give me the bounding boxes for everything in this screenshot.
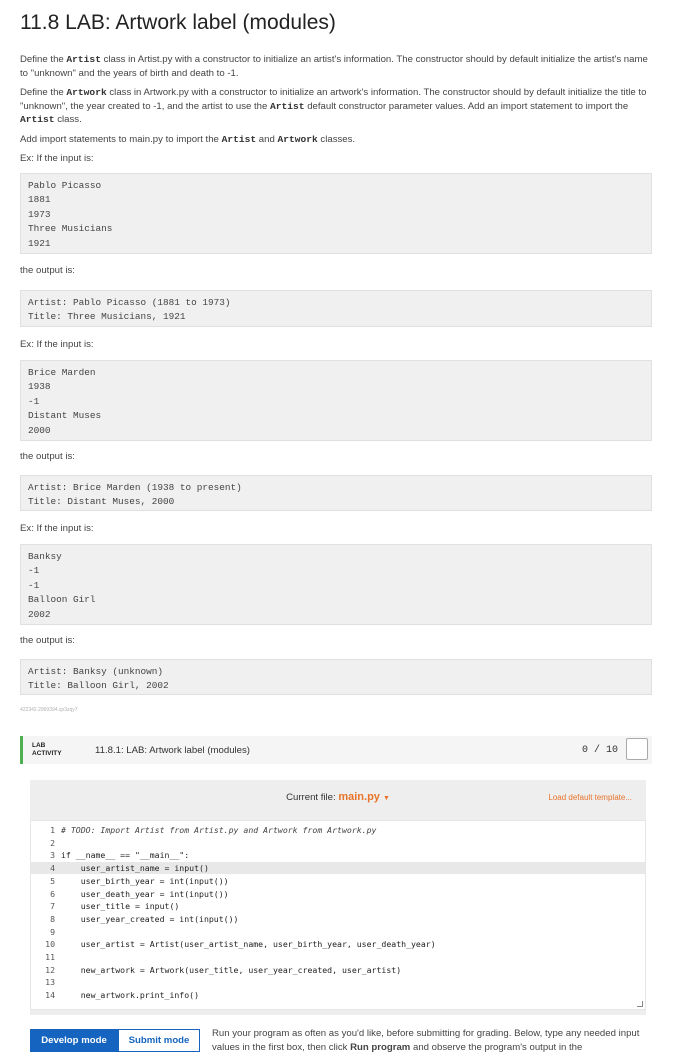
file-selector[interactable]: main.py ▼ — [338, 791, 390, 803]
example-2-input-label: Ex: If the input is: — [20, 338, 94, 350]
lab-activity-title: 11.8.1: LAB: Artwork label (modules) — [95, 745, 250, 756]
page-title: 11.8 LAB: Artwork label (modules) — [20, 11, 336, 34]
resize-handle[interactable] — [637, 1001, 643, 1007]
code-line: new_artwork = Artwork(user_title, user_y… — [61, 964, 402, 975]
line-number: 5 — [50, 875, 55, 886]
line-number: 7 — [50, 901, 55, 912]
submit-mode-button[interactable]: Submit mode — [118, 1029, 200, 1052]
line-number: 8 — [50, 913, 55, 924]
lab-activity-header: LAB ACTIVITY 11.8.1: LAB: Artwork label … — [20, 736, 652, 764]
activity-id: 422342.2969394.qx3zqy7 — [20, 706, 78, 713]
example-1-input-label: Ex: If the input is: — [20, 152, 94, 164]
code-line: new_artwork.print_info() — [61, 990, 200, 1001]
lab-activity-tag: LAB ACTIVITY — [32, 742, 62, 757]
example-3-input: Banksy -1 -1 Balloon Girl 2002 — [20, 543, 652, 625]
description-artist: Define the Artist class in Artist.py wit… — [20, 54, 648, 79]
completion-box — [626, 738, 648, 760]
develop-mode-button[interactable]: Develop mode — [30, 1029, 118, 1052]
code-line: user_artist = Artist(user_artist_name, u… — [61, 939, 436, 950]
editor-panel: Current file: main.py ▼ Load default tem… — [30, 780, 646, 1015]
code-line: user_artist_name = input() — [61, 863, 209, 874]
example-1-input: Pablo Picasso 1881 1973 Three Musicians … — [20, 172, 652, 254]
code-line: # TODO: Import Artist from Artist.py and… — [61, 825, 377, 835]
code-line: if __name__ == "__main__": — [61, 850, 190, 861]
lab-content: 11.8 LAB: Artwork label (modules) Define… — [20, 0, 652, 713]
code-editor[interactable]: 1 # TODO: Import Artist from Artist.py an… — [30, 820, 646, 1010]
description-imports: Add import statements to main.py to impo… — [20, 133, 356, 145]
code-line: user_year_created = int(input()) — [61, 913, 239, 924]
score: 0 / 10 — [581, 745, 618, 756]
line-number: 11 — [45, 952, 55, 962]
line-number: 10 — [45, 939, 55, 950]
line-number: 1 — [50, 825, 55, 835]
line-number: 12 — [45, 964, 55, 975]
load-default-template-link[interactable]: Load default template... — [548, 793, 632, 802]
line-number: 14 — [45, 990, 55, 1001]
example-3-output: Artist: Banksy (unknown) Title: Balloon … — [20, 658, 652, 695]
line-number: 3 — [50, 850, 55, 861]
code-line: user_birth_year = int(input()) — [61, 875, 229, 886]
line-number: 13 — [45, 977, 55, 988]
run-instructions: Run your program as often as you'd like,… — [212, 1028, 640, 1053]
example-3-input-label: Ex: If the input is: — [20, 522, 94, 534]
example-2-output: Artist: Brice Marden (1938 to present) T… — [20, 474, 652, 511]
example-2-input: Brice Marden 1938 -1 Distant Muses 2000 — [20, 359, 652, 441]
code-line: user_death_year = int(input()) — [61, 888, 229, 899]
example-1-output: Artist: Pablo Picasso (1881 to 1973) Tit… — [20, 289, 652, 327]
line-number: 4 — [50, 863, 55, 874]
chevron-down-icon: ▼ — [382, 795, 390, 802]
code-line: user_title = input() — [61, 901, 180, 912]
line-number: 6 — [50, 888, 55, 899]
example-3-output-label: the output is: — [20, 634, 75, 646]
line-number: 2 — [50, 837, 55, 848]
example-1-output-label: the output is: — [20, 264, 75, 276]
example-2-output-label: the output is: — [20, 450, 75, 462]
description-artwork: Define the Artwork class in Artwork.py w… — [20, 87, 647, 126]
line-number: 9 — [50, 926, 55, 937]
